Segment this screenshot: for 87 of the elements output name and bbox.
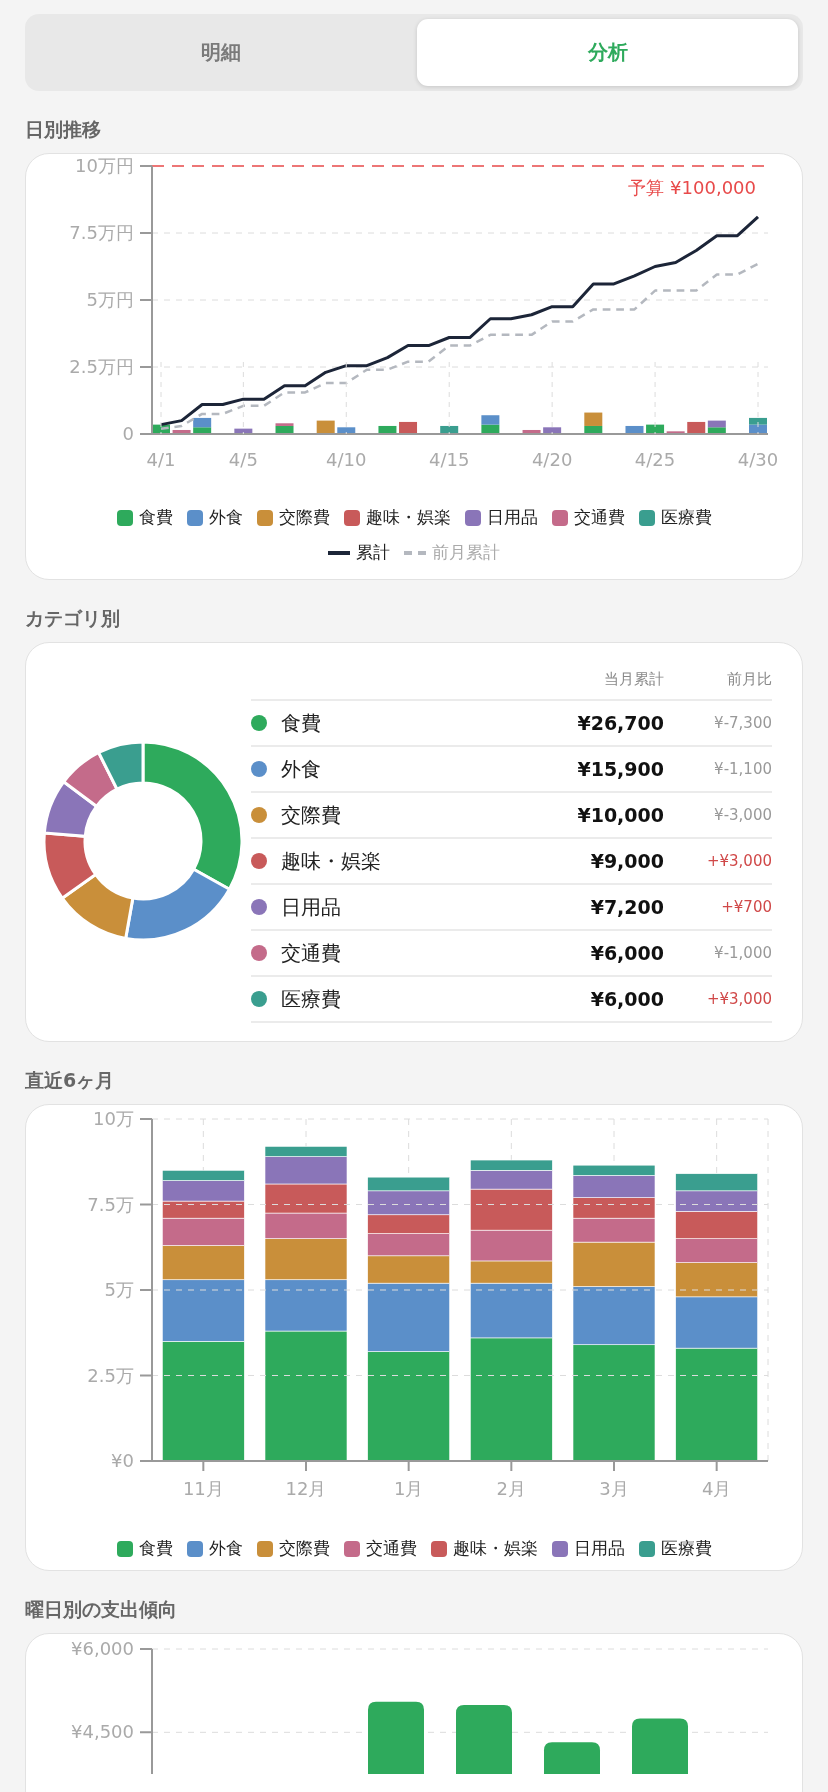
bar-segment [625,425,644,434]
amount-cell-text: ¥10,000 [576,804,664,826]
axis-label: 2月 [496,1478,527,1499]
axis-label: ¥4,500 [71,1721,134,1743]
legend-label: 趣味・娯楽 [365,506,451,529]
category-name: 外食 [280,755,322,783]
axis-label: ¥0 [111,1450,134,1471]
axis-label: 5万 [104,1279,134,1300]
tab[interactable]: 分析 [417,19,798,86]
change-cell-text: ¥-1,100 [713,760,772,778]
axis-label: 1月 [393,1478,424,1499]
tab[interactable]: 明細 [30,19,411,86]
amount-cell-text: ¥6,000 [589,988,664,1010]
amount-cell-text: ¥26,700 [576,712,664,734]
category-name: 食費 [280,709,322,737]
amount-cell-text: ¥7,200 [589,896,664,918]
column-header: 前月比 [726,669,772,689]
bar-segment [378,425,397,434]
bar [456,1705,512,1774]
bar [544,1742,600,1774]
change-cell-text: ¥-3,000 [713,806,772,824]
legend-label: 外食 [208,506,243,529]
legend-label: 食費 [138,506,173,529]
axis-label: 12月 [285,1478,327,1499]
bar-segment [234,428,253,434]
bar-segment [316,420,335,434]
axis-label: 4/1 [146,449,176,470]
bar-segment [522,430,541,434]
axis-label: 4/30 [737,449,779,470]
legend-label: 交通費 [365,1537,417,1560]
category-name: 医療費 [280,985,342,1013]
legend-label: 食費 [138,1537,173,1560]
section-heading: カテゴリ別 [25,606,121,631]
category-name: 交通費 [280,939,342,967]
budget-label: 予算 ¥100,000 [628,177,756,198]
amount-cell-text: ¥9,000 [589,850,664,872]
category-name: 交際費 [280,801,342,829]
legend-label: 累計 [356,541,390,564]
axis-label: 4月 [701,1478,732,1499]
bar-segment [543,427,562,434]
section-heading: 日別推移 [25,117,102,142]
bar-segment [172,430,191,434]
legend-label: 日用品 [573,1537,625,1560]
axis-label: 10万 [93,1108,134,1129]
change-cell-text: +¥700 [720,898,772,916]
axis-label: 2.5万円 [69,356,134,377]
legend-label: 医療費 [660,506,712,529]
amount-cell-text: ¥15,900 [576,758,664,780]
bar-segment [337,427,356,434]
axis-label: 5万円 [86,289,134,310]
legend-label: 外食 [208,1537,243,1560]
bar [632,1718,688,1774]
axis-label: 4/25 [634,449,676,470]
axis-label: 10万円 [75,155,134,176]
axis-label: ¥6,000 [71,1638,134,1659]
column-header: 当月累計 [603,669,664,689]
section-heading: 直近6ヶ月 [25,1068,116,1093]
bar-segment [440,425,459,434]
axis-label: 4/10 [326,449,367,470]
axis-label: 7.5万円 [69,222,134,243]
change-cell-text: +¥3,000 [705,990,772,1008]
legend-label: 交際費 [278,1537,330,1560]
legend-label: 日用品 [486,506,538,529]
bar-segment [749,424,767,434]
change-cell-text: ¥-1,000 [713,944,772,962]
legend-label: 前月累計 [432,541,500,564]
axis-label: 4/5 [228,449,258,470]
legend-label: 趣味・娯楽 [452,1537,538,1560]
bar-segment [152,424,170,434]
axis-label: 0 [122,423,134,444]
legend-label: 交通費 [573,506,625,529]
axis-label: 4/20 [531,449,573,470]
axis-label: 2.5万 [87,1364,134,1386]
axis-label: 3月 [599,1478,629,1499]
bar-segment [481,415,500,425]
category-name: 趣味・娯楽 [280,847,382,875]
donut-slice [42,831,98,900]
legend-label: 医療費 [660,1537,712,1560]
category-name: 日用品 [280,893,342,921]
section-heading: 曜日別の支出傾向 [25,1597,178,1622]
axis-label: 7.5万 [87,1193,134,1215]
change-cell-text: ¥-7,300 [713,714,772,732]
axis-label: 4/15 [429,449,470,470]
axis-label: 11月 [182,1478,224,1499]
change-cell-text: +¥3,000 [705,852,772,870]
amount-cell-text: ¥6,000 [589,942,664,964]
legend-label: 交際費 [278,506,330,529]
